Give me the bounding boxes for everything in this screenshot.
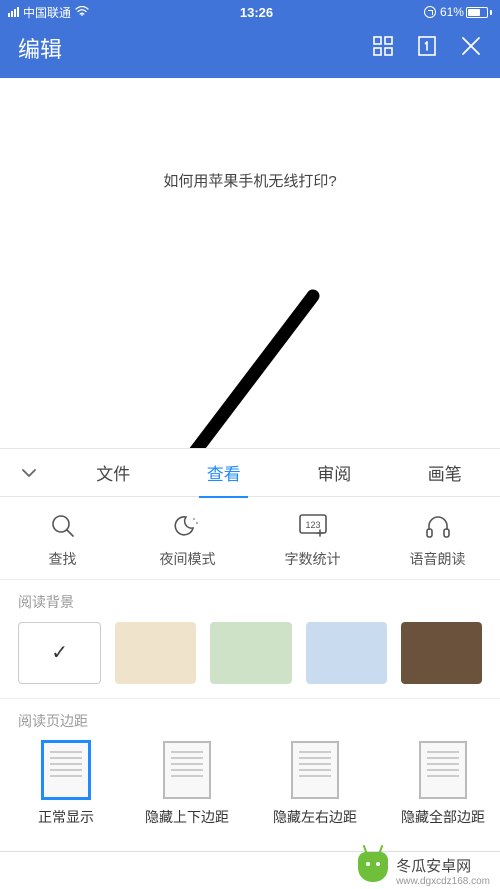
tab-3[interactable]: 画笔: [390, 447, 500, 498]
page-margin-icon: [291, 741, 339, 799]
wifi-icon: [75, 6, 89, 19]
margin-option-label: 隐藏左右边距: [273, 807, 357, 827]
tool-wordcount[interactable]: 123 字数统计: [250, 511, 375, 569]
document-title-text: 如何用苹果手机无线打印?: [0, 78, 500, 191]
document-preview[interactable]: 如何用苹果手机无线打印?: [0, 78, 500, 448]
bottom-tab-bar: 文件查看审阅画笔: [0, 448, 500, 497]
reading-margin-title: 阅读页边距: [18, 711, 482, 731]
moon-icon: [173, 511, 203, 541]
page-margin-icon: [419, 741, 467, 799]
bg-swatch-4[interactable]: [401, 622, 482, 684]
headphones-icon: [423, 511, 453, 541]
page-margin-icon: [163, 741, 211, 799]
reading-background-section: 阅读背景 ✓: [0, 579, 500, 698]
watermark-url: www.dgxcdz168.com: [396, 876, 490, 887]
carrier-label: 中国联通: [23, 4, 71, 21]
app-title: 编辑: [18, 32, 62, 64]
collapse-panel-button[interactable]: [0, 463, 58, 483]
tool-label: 查找: [49, 549, 77, 569]
margin-option-2[interactable]: 隐藏左右边距: [260, 741, 370, 827]
margin-option-3[interactable]: 隐藏全部边距: [388, 741, 498, 827]
tab-0[interactable]: 文件: [58, 447, 169, 498]
margin-option-label: 隐藏上下边距: [145, 807, 229, 827]
battery-pct: 61%: [440, 5, 464, 19]
status-time: 13:26: [240, 5, 273, 20]
wordcount-icon: 123: [298, 511, 328, 541]
signal-icon: [8, 7, 19, 17]
tool-row: 查找 夜间模式 123 字数统计 语音朗读: [0, 497, 500, 579]
mascot-icon: [358, 852, 388, 882]
margin-option-0[interactable]: 正常显示: [18, 741, 114, 827]
search-icon: [48, 511, 78, 541]
bg-swatch-0[interactable]: ✓: [18, 622, 101, 684]
status-bar: 中国联通 13:26 61%: [0, 0, 500, 24]
page-margin-icon: [42, 741, 90, 799]
tool-label: 语音朗读: [410, 549, 466, 569]
watermark-bar: 冬瓜安卓网 www.dgxcdz168.com: [0, 851, 500, 889]
battery-indicator: 61%: [440, 5, 492, 19]
tool-search[interactable]: 查找: [0, 511, 125, 569]
tool-moon[interactable]: 夜间模式: [125, 511, 250, 569]
margin-option-label: 正常显示: [38, 807, 94, 827]
watermark-brand: 冬瓜安卓网: [396, 855, 490, 876]
margin-option-label: 隐藏全部边距: [401, 807, 485, 827]
bg-swatch-1[interactable]: [115, 622, 196, 684]
svg-text:123: 123: [305, 520, 320, 530]
annotation-arrow: [135, 288, 320, 448]
tool-label: 夜间模式: [160, 549, 216, 569]
bg-swatch-2[interactable]: [210, 622, 291, 684]
orientation-lock-icon: [424, 6, 436, 18]
grid-view-icon[interactable]: [372, 35, 394, 62]
close-icon[interactable]: [460, 35, 482, 62]
tool-headphones[interactable]: 语音朗读: [375, 511, 500, 569]
page-count-icon[interactable]: [416, 35, 438, 62]
bg-swatch-3[interactable]: [306, 622, 387, 684]
tab-1[interactable]: 查看: [169, 447, 280, 498]
margin-option-1[interactable]: 隐藏上下边距: [132, 741, 242, 827]
reading-background-title: 阅读背景: [18, 592, 482, 612]
tool-label: 字数统计: [285, 549, 341, 569]
tab-2[interactable]: 审阅: [279, 447, 390, 498]
